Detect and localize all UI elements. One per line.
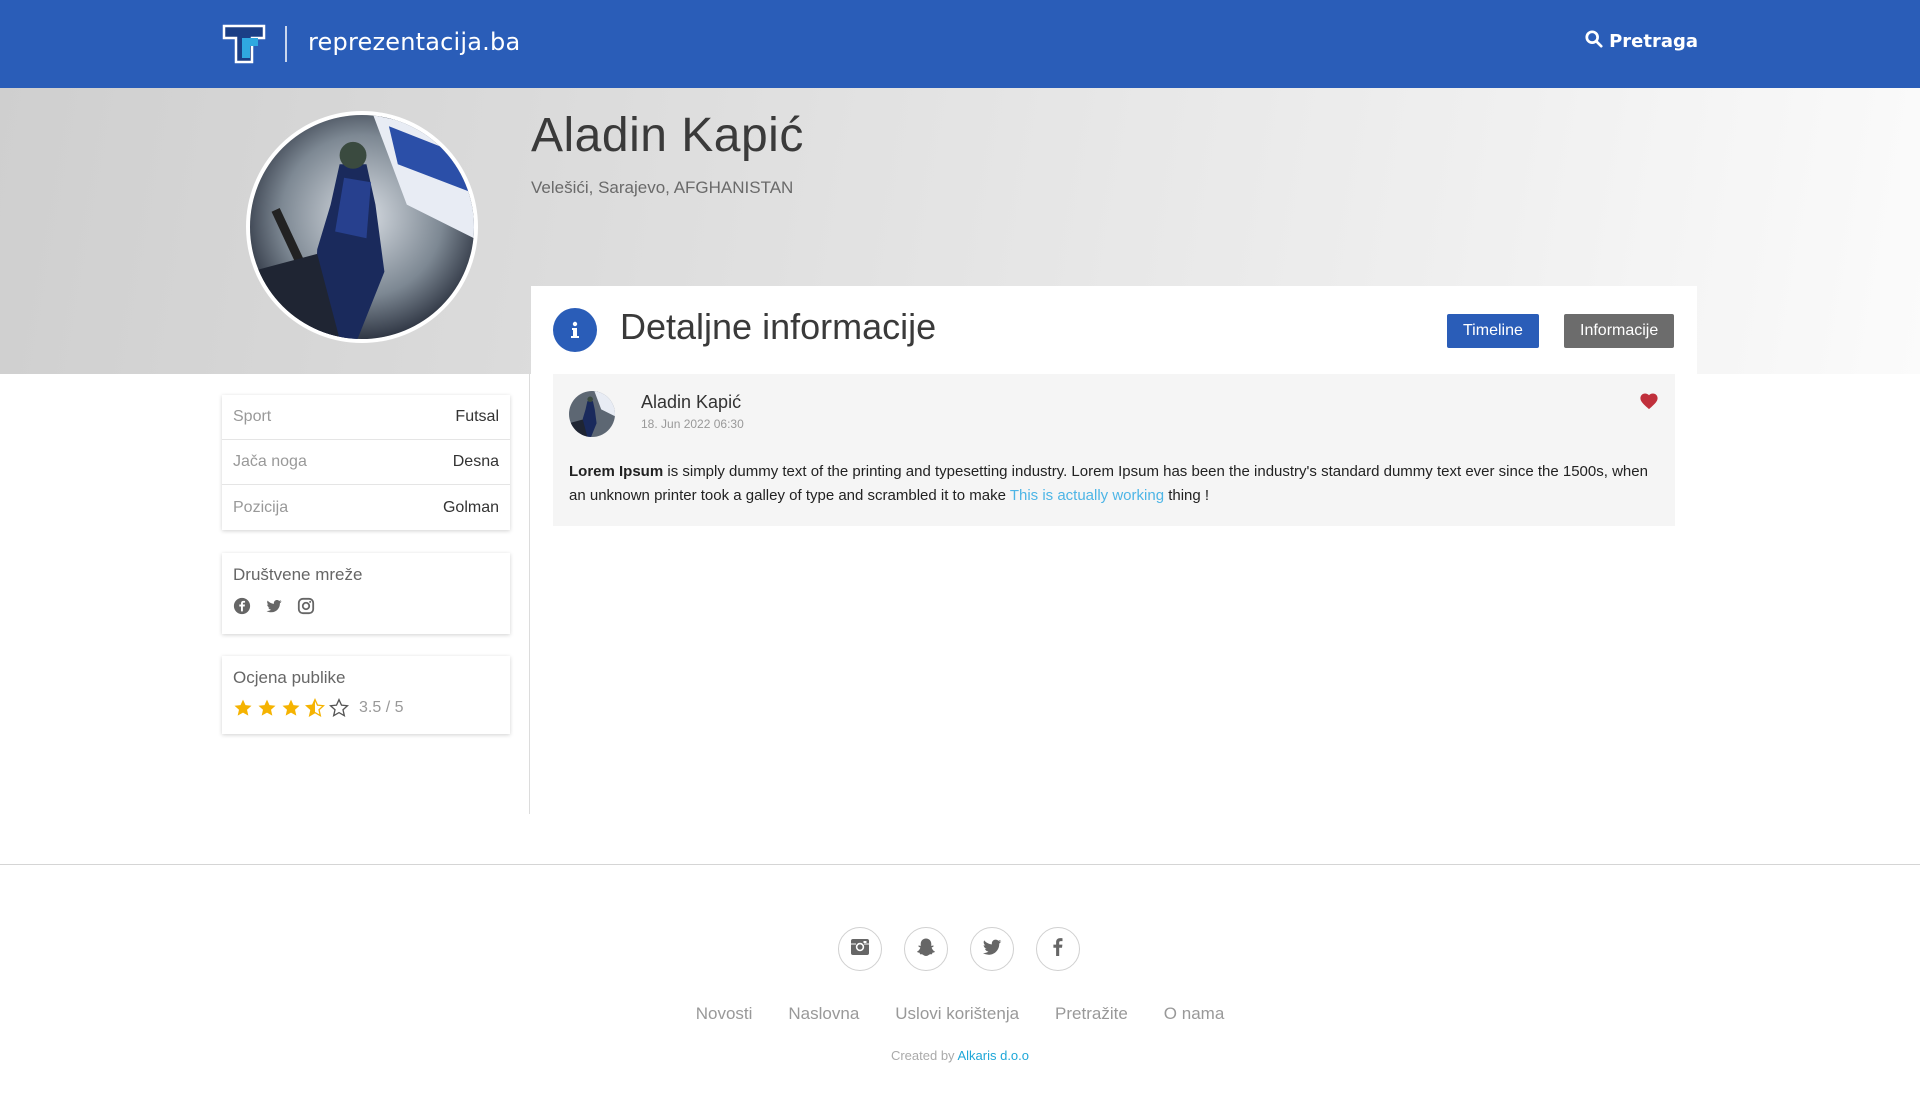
info-label: Jača noga xyxy=(233,453,307,470)
info-row-foot: Jača noga Desna xyxy=(222,440,510,485)
footer-link-novosti[interactable]: Novosti xyxy=(696,1004,753,1024)
info-label: Pozicija xyxy=(233,498,289,516)
footer-nav: Novosti Naslovna Uslovi korištenja Pretr… xyxy=(0,1004,1920,1024)
heart-icon[interactable] xyxy=(1639,392,1659,410)
star-full-icon xyxy=(281,698,301,718)
twitter-icon xyxy=(981,936,1003,962)
search-link[interactable]: Pretraga xyxy=(1585,30,1698,53)
facebook-icon[interactable] xyxy=(233,597,251,615)
footer-twitter-button[interactable] xyxy=(970,927,1014,971)
timeline-post: Aladin Kapić 18. Jun 2022 06:30 Lorem Ip… xyxy=(553,374,1675,526)
social-networks-card: Društvene mreže xyxy=(222,553,510,634)
info-label: Sport xyxy=(233,408,272,425)
footer-link-pretrazite[interactable]: Pretražite xyxy=(1055,1004,1128,1024)
post-author-name[interactable]: Aladin Kapić xyxy=(641,392,741,413)
info-value: Golman xyxy=(442,498,499,516)
top-navbar: reprezentacija.ba Pretraga xyxy=(0,0,1920,88)
panel-title: Detaljne informacije xyxy=(620,306,937,347)
post-text-end: thing ! xyxy=(1164,487,1210,504)
post-inline-link[interactable]: This is actually working xyxy=(1010,487,1164,504)
player-info-card: Sport Futsal Jača noga Desna Pozicija Go… xyxy=(222,395,510,530)
details-panel: Detaljne informacije Timeline Informacij… xyxy=(531,286,1697,814)
info-icon xyxy=(553,308,597,352)
profile-avatar xyxy=(246,111,478,343)
post-text: Lorem Ipsum is simply dummy text of the … xyxy=(569,460,1659,508)
post-author-avatar[interactable] xyxy=(569,391,615,437)
informacije-button[interactable]: Informacije xyxy=(1564,314,1675,348)
brand-name[interactable]: reprezentacija.ba xyxy=(308,26,520,58)
social-icons-row xyxy=(233,597,499,615)
search-icon xyxy=(1585,30,1603,53)
credit-link[interactable]: Alkaris d.o.o xyxy=(957,1048,1029,1063)
footer-facebook-button[interactable] xyxy=(1036,927,1080,971)
star-full-icon xyxy=(257,698,277,718)
social-card-title: Društvene mreže xyxy=(233,565,363,584)
audience-rating-card: Ocjena publike 3.5 / 5 xyxy=(222,656,510,734)
footer-snapchat-button[interactable] xyxy=(904,927,948,971)
info-value: Desna xyxy=(452,453,499,470)
instagram-icon[interactable] xyxy=(297,597,315,615)
search-label: Pretraga xyxy=(1609,31,1698,52)
footer-social-links xyxy=(838,927,1080,971)
rating-value: 3.5 / 5 xyxy=(359,699,404,716)
footer-divider xyxy=(0,864,1920,865)
post-text-bold: Lorem Ipsum xyxy=(569,463,664,480)
instagram-icon xyxy=(849,936,871,962)
star-empty-icon xyxy=(328,698,350,718)
footer-instagram-button[interactable] xyxy=(838,927,882,971)
snapchat-icon xyxy=(915,936,937,962)
footer-link-o-nama[interactable]: O nama xyxy=(1164,1004,1224,1024)
column-divider xyxy=(529,374,530,814)
player-name: Aladin Kapić xyxy=(531,109,804,162)
facebook-icon xyxy=(1047,936,1069,962)
twitter-icon[interactable] xyxy=(265,597,283,615)
logo-divider xyxy=(285,26,287,62)
star-full-icon xyxy=(233,698,253,718)
site-logo-icon[interactable] xyxy=(222,24,266,64)
info-value: Futsal xyxy=(455,408,499,425)
footer-credit: Created by Alkaris d.o.o xyxy=(0,1048,1920,1063)
star-half-icon xyxy=(304,698,326,718)
credit-prefix: Created by xyxy=(890,1048,958,1063)
info-row-sport: Sport Futsal xyxy=(222,395,510,440)
footer-link-naslovna[interactable]: Naslovna xyxy=(788,1004,859,1024)
rating-stars: 3.5 / 5 xyxy=(233,698,499,718)
footer-link-uslovi[interactable]: Uslovi korištenja xyxy=(895,1004,1019,1024)
rating-card-title: Ocjena publike xyxy=(233,668,346,687)
info-row-position: Pozicija Golman xyxy=(222,485,510,530)
timeline-button[interactable]: Timeline xyxy=(1447,314,1539,348)
post-date: 18. Jun 2022 06:30 xyxy=(641,417,744,431)
player-location: Velešići, Sarajevo, AFGHANISTAN xyxy=(531,178,794,197)
